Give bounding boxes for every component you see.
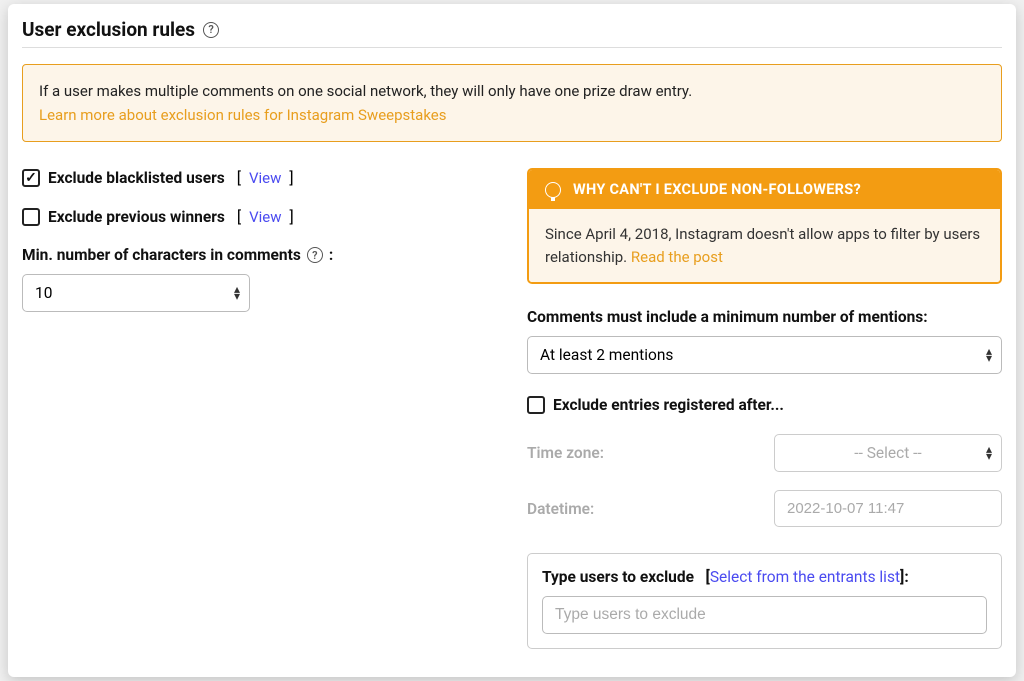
- select-entrants-link[interactable]: Select from the entrants list: [710, 568, 900, 586]
- datetime-input[interactable]: [774, 490, 1002, 527]
- bulb-icon: [545, 182, 561, 198]
- bracket-close: ]: [290, 207, 294, 226]
- info-read-post-link[interactable]: Read the post: [631, 248, 723, 266]
- exclude-previous-row: Exclude previous winners [ View]: [22, 207, 497, 226]
- timezone-row: Time zone: -- Select -- ▴▾: [527, 434, 1002, 472]
- type-exclude-box: Type users to exclude [Select from the e…: [527, 553, 1002, 649]
- bracket-open: [: [698, 568, 710, 586]
- exclude-previous-label: Exclude previous winners: [48, 208, 225, 226]
- columns: Exclude blacklisted users [ View] Exclude…: [22, 168, 1002, 649]
- notice-link[interactable]: Learn more about exclusion rules for Ins…: [39, 106, 446, 124]
- blacklist-view-link[interactable]: View: [249, 169, 281, 187]
- exclude-after-label: Exclude entries registered after...: [553, 396, 784, 414]
- nonfollowers-info: WHY CAN'T I EXCLUDE NON-FOLLOWERS? Since…: [527, 168, 1002, 284]
- minchars-suffix: :: [329, 246, 333, 264]
- title-text: User exclusion rules: [22, 18, 195, 41]
- bracket-open: [: [233, 207, 241, 226]
- left-column: Exclude blacklisted users [ View] Exclude…: [22, 168, 497, 649]
- right-column: WHY CAN'T I EXCLUDE NON-FOLLOWERS? Since…: [527, 168, 1002, 649]
- info-header-text: WHY CAN'T I EXCLUDE NON-FOLLOWERS?: [573, 181, 861, 198]
- type-exclude-title: Type users to exclude [Select from the e…: [542, 568, 987, 586]
- minchars-help-icon[interactable]: ?: [307, 247, 323, 263]
- bracket-close: ]: [289, 168, 293, 187]
- minchars-select[interactable]: 10: [22, 274, 250, 312]
- exclude-blacklisted-checkbox[interactable]: [22, 169, 40, 187]
- notice-text: If a user makes multiple comments on one…: [39, 82, 692, 100]
- divider: [22, 47, 1002, 48]
- mentions-select-wrap: At least 2 mentions ▴▾: [527, 336, 1002, 374]
- timezone-label: Time zone:: [527, 444, 774, 462]
- minchars-label-row: Min. number of characters in comments ? …: [22, 246, 497, 264]
- info-body: Since April 4, 2018, Instagram doesn't a…: [529, 209, 1000, 282]
- type-exclude-input[interactable]: [542, 596, 987, 634]
- minchars-label: Min. number of characters in comments: [22, 246, 301, 264]
- type-exclude-suffix: :: [904, 568, 908, 586]
- previous-view-link[interactable]: View: [249, 208, 281, 226]
- mentions-label: Comments must include a minimum number o…: [527, 308, 1002, 326]
- exclude-previous-checkbox[interactable]: [22, 208, 40, 226]
- exclude-after-row: Exclude entries registered after...: [527, 396, 1002, 414]
- datetime-row: Datetime:: [527, 490, 1002, 527]
- type-exclude-label: Type users to exclude: [542, 568, 694, 586]
- timezone-select[interactable]: -- Select --: [774, 434, 1002, 472]
- info-header: WHY CAN'T I EXCLUDE NON-FOLLOWERS?: [529, 170, 1000, 209]
- timezone-select-wrap: -- Select -- ▴▾: [774, 434, 1002, 472]
- exclude-blacklisted-row: Exclude blacklisted users [ View]: [22, 168, 497, 187]
- section-title: User exclusion rules ?: [22, 18, 1002, 41]
- user-exclusion-card: User exclusion rules ? If a user makes m…: [8, 4, 1016, 677]
- notice-banner: If a user makes multiple comments on one…: [22, 64, 1002, 142]
- minchars-select-wrap: 10 ▴▾: [22, 274, 250, 312]
- bracket-open: [: [233, 168, 241, 187]
- datetime-label: Datetime:: [527, 500, 774, 518]
- exclude-after-checkbox[interactable]: [527, 396, 545, 414]
- mentions-select[interactable]: At least 2 mentions: [527, 336, 1002, 374]
- info-body-text: Since April 4, 2018, Instagram doesn't a…: [545, 225, 980, 266]
- exclude-blacklisted-label: Exclude blacklisted users: [48, 169, 225, 187]
- help-icon[interactable]: ?: [203, 22, 219, 38]
